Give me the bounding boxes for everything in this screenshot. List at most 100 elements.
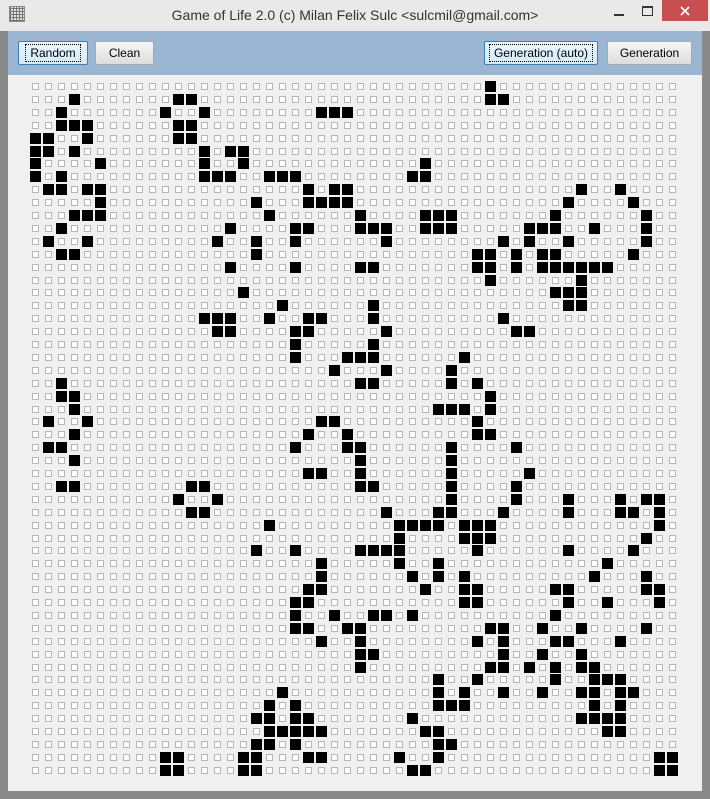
cell-dead[interactable]: [175, 277, 182, 284]
cell-dead[interactable]: [617, 328, 624, 335]
cell-alive[interactable]: [69, 249, 80, 260]
cell-dead[interactable]: [461, 612, 468, 619]
cell-dead[interactable]: [474, 135, 481, 142]
cell-dead[interactable]: [643, 638, 650, 645]
cell-dead[interactable]: [188, 406, 195, 413]
cell-dead[interactable]: [500, 715, 507, 722]
cell-dead[interactable]: [279, 212, 286, 219]
cell-dead[interactable]: [292, 651, 299, 658]
cell-dead[interactable]: [253, 599, 260, 606]
cell-dead[interactable]: [214, 444, 221, 451]
cell-dead[interactable]: [305, 109, 312, 116]
cell-dead[interactable]: [162, 431, 169, 438]
cell-dead[interactable]: [227, 457, 234, 464]
cell-dead[interactable]: [266, 676, 273, 683]
cell-dead[interactable]: [578, 96, 585, 103]
cell-dead[interactable]: [84, 199, 91, 206]
cell-dead[interactable]: [123, 483, 130, 490]
cell-dead[interactable]: [643, 406, 650, 413]
cell-dead[interactable]: [513, 599, 520, 606]
cell-dead[interactable]: [266, 354, 273, 361]
cell-dead[interactable]: [409, 135, 416, 142]
cell-dead[interactable]: [669, 315, 676, 322]
cell-dead[interactable]: [448, 251, 455, 258]
cell-alive[interactable]: [407, 713, 418, 724]
cell-dead[interactable]: [227, 302, 234, 309]
cell-dead[interactable]: [58, 418, 65, 425]
cell-dead[interactable]: [58, 754, 65, 761]
cell-dead[interactable]: [669, 277, 676, 284]
cell-dead[interactable]: [461, 470, 468, 477]
cell-alive[interactable]: [225, 326, 236, 337]
cell-dead[interactable]: [32, 522, 39, 529]
cell-dead[interactable]: [526, 767, 533, 774]
cell-dead[interactable]: [201, 676, 208, 683]
cell-alive[interactable]: [498, 687, 509, 698]
cell-alive[interactable]: [589, 674, 600, 685]
cell-dead[interactable]: [500, 702, 507, 709]
cell-dead[interactable]: [604, 96, 611, 103]
cell-dead[interactable]: [643, 483, 650, 490]
cell-dead[interactable]: [526, 122, 533, 129]
cell-alive[interactable]: [628, 545, 639, 556]
cell-dead[interactable]: [71, 767, 78, 774]
cell-dead[interactable]: [175, 393, 182, 400]
cell-dead[interactable]: [383, 573, 390, 580]
cell-alive[interactable]: [459, 700, 470, 711]
cell-dead[interactable]: [214, 96, 221, 103]
cell-alive[interactable]: [563, 197, 574, 208]
cell-dead[interactable]: [383, 470, 390, 477]
cell-dead[interactable]: [97, 496, 104, 503]
cell-dead[interactable]: [162, 547, 169, 554]
cell-dead[interactable]: [318, 251, 325, 258]
cell-dead[interactable]: [84, 509, 91, 516]
cell-dead[interactable]: [578, 160, 585, 167]
cell-dead[interactable]: [604, 315, 611, 322]
cell-dead[interactable]: [214, 302, 221, 309]
cell-dead[interactable]: [474, 160, 481, 167]
cell-dead[interactable]: [656, 380, 663, 387]
cell-dead[interactable]: [591, 599, 598, 606]
cell-dead[interactable]: [487, 315, 494, 322]
cell-dead[interactable]: [435, 547, 442, 554]
cell-dead[interactable]: [487, 457, 494, 464]
cell-dead[interactable]: [305, 612, 312, 619]
cell-dead[interactable]: [175, 431, 182, 438]
cell-dead[interactable]: [578, 225, 585, 232]
cell-dead[interactable]: [240, 367, 247, 374]
cell-dead[interactable]: [630, 122, 637, 129]
cell-dead[interactable]: [97, 148, 104, 155]
cell-dead[interactable]: [539, 547, 546, 554]
cell-dead[interactable]: [591, 96, 598, 103]
cell-dead[interactable]: [188, 767, 195, 774]
cell-dead[interactable]: [604, 212, 611, 219]
cell-dead[interactable]: [617, 741, 624, 748]
cell-alive[interactable]: [602, 262, 613, 273]
cell-dead[interactable]: [604, 251, 611, 258]
cell-dead[interactable]: [240, 573, 247, 580]
cell-alive[interactable]: [82, 236, 93, 247]
cell-dead[interactable]: [32, 638, 39, 645]
cell-dead[interactable]: [110, 444, 117, 451]
cell-dead[interactable]: [110, 599, 117, 606]
cell-dead[interactable]: [201, 715, 208, 722]
cell-dead[interactable]: [279, 380, 286, 387]
cell-dead[interactable]: [513, 302, 520, 309]
cell-alive[interactable]: [615, 726, 626, 737]
cell-dead[interactable]: [461, 173, 468, 180]
cell-dead[interactable]: [71, 444, 78, 451]
cell-alive[interactable]: [446, 481, 457, 492]
cell-alive[interactable]: [225, 171, 236, 182]
cell-alive[interactable]: [446, 739, 457, 750]
cell-dead[interactable]: [617, 367, 624, 374]
cell-dead[interactable]: [552, 135, 559, 142]
cell-dead[interactable]: [32, 702, 39, 709]
cell-dead[interactable]: [422, 483, 429, 490]
cell-alive[interactable]: [654, 507, 665, 518]
cell-dead[interactable]: [630, 612, 637, 619]
cell-alive[interactable]: [368, 378, 379, 389]
cell-dead[interactable]: [110, 315, 117, 322]
cell-dead[interactable]: [591, 754, 598, 761]
cell-dead[interactable]: [305, 212, 312, 219]
cell-dead[interactable]: [162, 418, 169, 425]
